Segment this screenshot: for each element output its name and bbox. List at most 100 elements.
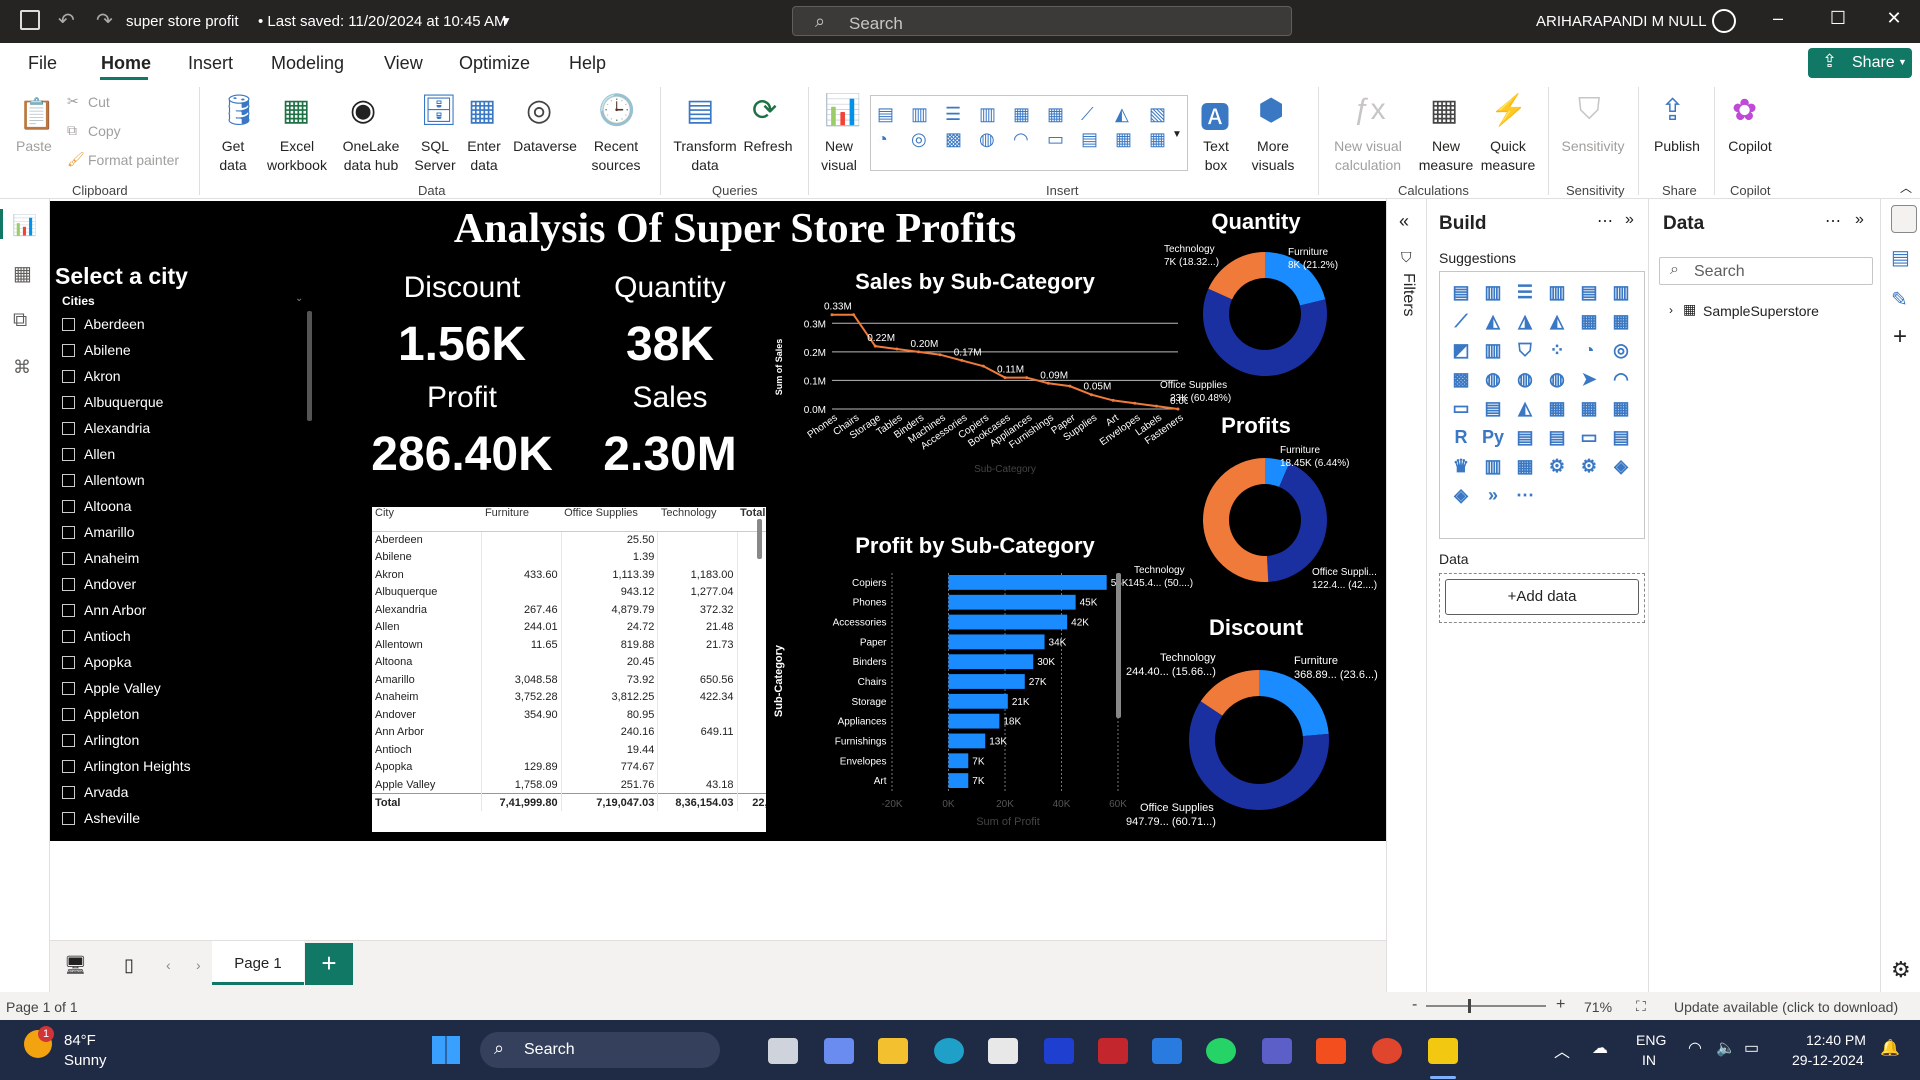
- figma-icon[interactable]: [1316, 1038, 1346, 1064]
- checkbox[interactable]: [62, 759, 75, 773]
- visual-type-icon[interactable]: ▩: [1448, 369, 1474, 390]
- visual-gallery[interactable]: ▤ ▥ ☰ ▥ ▦ ▦ ⟋ ◭ ▧ ◔ ◎ ▩ ◍ ◠ ▭ ▤ ▦ ▦: [870, 95, 1188, 171]
- visual-type-icon[interactable]: ▥: [1480, 340, 1506, 361]
- visual-type-icon[interactable]: ▦: [1512, 456, 1538, 477]
- visual-type-icon[interactable]: ▤: [1576, 282, 1602, 303]
- close-icon[interactable]: ✕: [1874, 8, 1914, 29]
- sensitivity-button[interactable]: Sensitivity: [1558, 137, 1628, 156]
- checkbox[interactable]: [62, 499, 75, 513]
- pie-chart-icon[interactable]: ◔: [877, 129, 909, 150]
- area-chart-icon[interactable]: ◭: [1115, 104, 1147, 125]
- text-box-button[interactable]: Text box: [1196, 137, 1236, 175]
- visual-type-icon[interactable]: ◈: [1608, 456, 1634, 477]
- slicer-item[interactable]: Aberdeen: [62, 312, 145, 336]
- table-header[interactable]: City: [372, 507, 482, 532]
- excel-workbook-button[interactable]: Excel workbook: [262, 137, 332, 175]
- ribbon-chart-icon[interactable]: ▦: [1047, 104, 1079, 125]
- slicer-item[interactable]: Arlington: [62, 728, 139, 752]
- add-pane-icon[interactable]: +: [1893, 323, 1907, 351]
- visual-type-icon[interactable]: ▭: [1576, 427, 1602, 448]
- visual-type-icon[interactable]: ⟋: [1448, 311, 1474, 332]
- task-view-icon[interactable]: [768, 1038, 798, 1064]
- visual-type-icon[interactable]: R: [1448, 427, 1474, 448]
- desktop-layout-icon[interactable]: 🖥: [64, 955, 87, 976]
- city-matrix-table[interactable]: City Furniture Office Supplies Technology To…: [372, 507, 766, 832]
- visual-type-icon[interactable]: ➤: [1576, 369, 1602, 390]
- windows-start-icon[interactable]: [432, 1036, 460, 1064]
- whatsapp-icon[interactable]: [1206, 1038, 1236, 1064]
- visual-type-icon[interactable]: ◭: [1480, 311, 1506, 332]
- slicer-item[interactable]: Antioch: [62, 624, 131, 648]
- paint-icon[interactable]: ✎: [1891, 287, 1908, 312]
- add-page-button[interactable]: +: [305, 943, 353, 985]
- pen-app-icon[interactable]: [1152, 1038, 1182, 1064]
- file-explorer-icon[interactable]: [878, 1038, 908, 1064]
- stacked-column-icon[interactable]: ▥: [911, 104, 943, 125]
- chevron-down-icon[interactable]: ▼: [1172, 129, 1182, 140]
- slicer-item[interactable]: Apple Valley: [62, 676, 161, 700]
- visual-type-icon[interactable]: ◍: [1512, 369, 1538, 390]
- checkbox[interactable]: [62, 525, 75, 539]
- slicer-item[interactable]: Appleton: [62, 702, 139, 726]
- slicer-item[interactable]: Allentown: [62, 468, 145, 492]
- format-pane-icon[interactable]: ▤: [1891, 245, 1910, 270]
- visual-type-icon[interactable]: ▦: [1608, 311, 1634, 332]
- edge-icon[interactable]: [934, 1038, 964, 1064]
- taskbar-search[interactable]: ⌕ Search: [480, 1032, 720, 1068]
- slicer-item[interactable]: Asheville: [62, 806, 140, 830]
- model-view-icon[interactable]: ⧉: [13, 309, 27, 332]
- checkbox[interactable]: [62, 655, 75, 669]
- cut-button[interactable]: Cut: [88, 93, 110, 112]
- waterfall-icon[interactable]: ▧: [1149, 104, 1181, 125]
- transform-data-button[interactable]: Transform data: [670, 137, 740, 175]
- zoom-in-button[interactable]: +: [1556, 996, 1565, 1014]
- temperature[interactable]: 84°F: [64, 1032, 96, 1049]
- prev-page-icon[interactable]: ‹: [166, 957, 171, 973]
- table-view-icon[interactable]: ▦: [13, 261, 32, 286]
- table-header[interactable]: Technology: [657, 507, 737, 532]
- table-row[interactable]: Aberdeen 25.50: [372, 531, 766, 549]
- data-search-input[interactable]: ⌕ Search: [1659, 257, 1873, 285]
- avatar[interactable]: [1712, 9, 1736, 33]
- report-view-icon[interactable]: 📊: [12, 213, 37, 238]
- menu-file[interactable]: File: [28, 53, 57, 74]
- visual-type-icon[interactable]: »: [1480, 485, 1506, 506]
- more-options-icon[interactable]: ⋯: [1825, 211, 1841, 231]
- onedrive-icon[interactable]: ☁: [1592, 1038, 1608, 1058]
- table-row[interactable]: Antioch 19.44: [372, 741, 766, 759]
- checkbox[interactable]: [62, 733, 75, 747]
- minimize-icon[interactable]: –: [1758, 8, 1798, 29]
- saved-status[interactable]: • Last saved: 11/20/2024 at 10:45 AM: [258, 13, 506, 30]
- visual-type-icon[interactable]: ▥: [1480, 456, 1506, 477]
- format-painter-button[interactable]: Format painter: [88, 151, 179, 170]
- chart-scrollbar[interactable]: [1116, 573, 1121, 718]
- table-visual-icon[interactable]: ▦: [1115, 129, 1147, 150]
- enter-data-button[interactable]: Enter data: [462, 137, 506, 175]
- dax-query-icon[interactable]: ⌘: [13, 357, 31, 378]
- clock-time[interactable]: 12:40 PM: [1806, 1032, 1866, 1048]
- zoom-level[interactable]: 71%: [1584, 999, 1612, 1015]
- publish-button[interactable]: Publish: [1650, 137, 1704, 156]
- visual-type-icon[interactable]: ◍: [1544, 369, 1570, 390]
- chevron-down-icon[interactable]: ▼: [500, 14, 512, 28]
- table-row[interactable]: Allentown 11.65819.8821.738: [372, 636, 766, 654]
- quick-measure-button[interactable]: Quick measure: [1478, 137, 1538, 175]
- battery-icon[interactable]: ▭: [1744, 1038, 1759, 1058]
- visual-type-icon[interactable]: ▦: [1576, 398, 1602, 419]
- visual-type-icon[interactable]: ▥: [1480, 282, 1506, 303]
- visual-type-icon[interactable]: ⚙: [1576, 456, 1602, 477]
- visual-type-icon[interactable]: ▥: [1544, 282, 1570, 303]
- clustered-column-icon[interactable]: ▥: [979, 104, 1011, 125]
- maximize-icon[interactable]: ☐: [1818, 8, 1858, 29]
- checkbox[interactable]: [62, 603, 75, 617]
- share-button[interactable]: ⇪ Share ▼: [1808, 48, 1912, 78]
- recent-sources-button[interactable]: Recent sources: [586, 137, 646, 175]
- language-eng[interactable]: ENG: [1636, 1032, 1666, 1048]
- checkbox[interactable]: [62, 473, 75, 487]
- line-column-icon[interactable]: ▦: [1013, 104, 1045, 125]
- visual-type-icon[interactable]: ◎: [1608, 340, 1634, 361]
- doc-title[interactable]: super store profit: [126, 13, 239, 30]
- checkbox[interactable]: [62, 421, 75, 435]
- visual-type-icon[interactable]: ▦: [1608, 398, 1634, 419]
- slicer-item[interactable]: Allen: [62, 442, 115, 466]
